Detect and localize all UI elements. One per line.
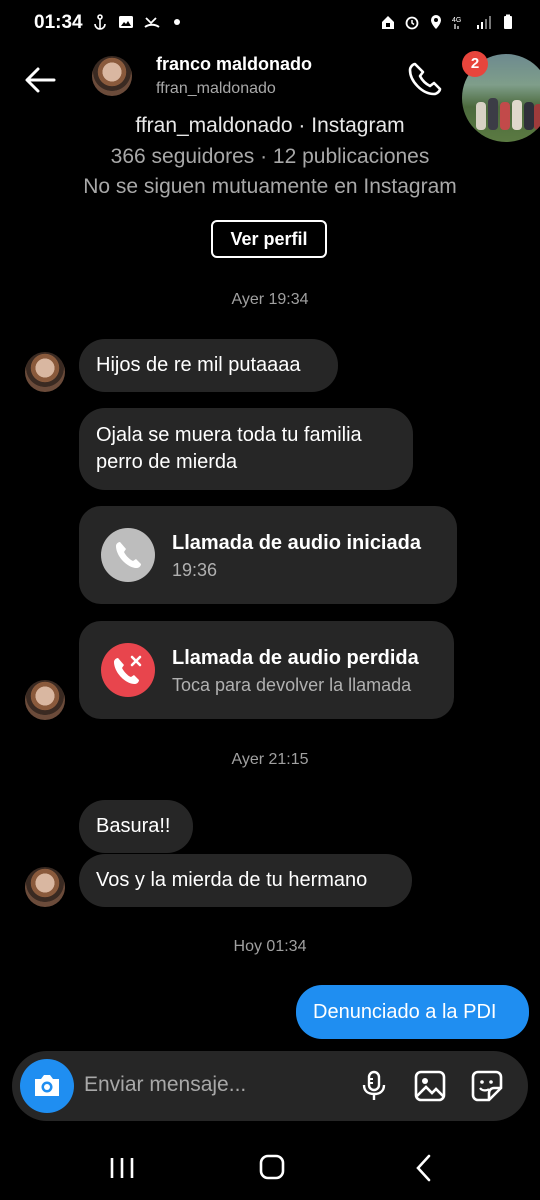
missed-audio-call-card[interactable]: Llamada de audio perdida Toca para devol… bbox=[79, 621, 454, 719]
header-avatar[interactable] bbox=[92, 56, 132, 96]
incoming-message[interactable]: Basura!! bbox=[79, 800, 193, 853]
profile-mutual-status: No se siguen mutuamente en Instagram bbox=[83, 175, 457, 198]
image-icon bbox=[119, 16, 133, 28]
missed-call-icon bbox=[101, 643, 155, 697]
missed-call-icon bbox=[144, 17, 160, 28]
timestamp: Hoy 01:34 bbox=[233, 938, 307, 955]
phone-icon bbox=[101, 528, 155, 582]
timestamp: Ayer 19:34 bbox=[231, 291, 309, 308]
battery-icon bbox=[504, 14, 512, 29]
profile-title: ffran_maldonado · Instagram bbox=[135, 114, 405, 137]
status-left-icons bbox=[92, 14, 180, 30]
message-text-line: Ojala se muera toda tu familia bbox=[96, 424, 362, 446]
sender-avatar[interactable] bbox=[25, 867, 65, 907]
message-text: Vos y la mierda de tu hermano bbox=[96, 869, 368, 891]
incoming-message[interactable]: Hijos de re mil putaaaa bbox=[79, 339, 338, 392]
gallery-icon[interactable] bbox=[413, 1069, 447, 1103]
status-right-icons: 4G bbox=[380, 14, 516, 30]
alarm-icon bbox=[405, 16, 419, 30]
lock-home-icon bbox=[382, 16, 394, 29]
recent-apps-icon[interactable] bbox=[102, 1150, 142, 1186]
sticker-icon[interactable] bbox=[470, 1069, 504, 1103]
message-text: Denunciado a la PDI bbox=[313, 1001, 497, 1023]
message-input[interactable] bbox=[84, 1073, 344, 1097]
camera-button[interactable] bbox=[20, 1059, 74, 1113]
message-text-line: perro de mierda bbox=[96, 451, 238, 473]
sender-avatar[interactable] bbox=[25, 680, 65, 720]
location-icon bbox=[431, 15, 441, 29]
message-text: Hijos de re mil putaaaa bbox=[96, 354, 301, 376]
message-text: Basura!! bbox=[96, 815, 171, 837]
contact-username[interactable]: ffran_maldonado bbox=[156, 80, 276, 98]
timestamp: Ayer 21:15 bbox=[231, 751, 309, 768]
profile-stats: 366 seguidores · 12 publicaciones bbox=[110, 145, 430, 168]
status-time: 01:34 bbox=[34, 12, 83, 33]
incoming-message[interactable]: Vos y la mierda de tu hermano bbox=[79, 854, 412, 907]
svg-text:4G: 4G bbox=[452, 17, 461, 24]
chat-head-badge: 2 bbox=[462, 51, 488, 77]
audio-call-button[interactable] bbox=[406, 60, 444, 98]
back-arrow-icon[interactable] bbox=[22, 62, 58, 98]
microphone-icon[interactable] bbox=[357, 1069, 391, 1103]
camera-icon bbox=[35, 1075, 59, 1096]
call-subtitle: Toca para devolver la llamada bbox=[172, 675, 412, 695]
signal-icon bbox=[477, 16, 491, 29]
call-title: Llamada de audio iniciada bbox=[172, 532, 421, 554]
view-profile-button[interactable]: Ver perfil bbox=[211, 220, 327, 258]
network-4g-icon: 4G bbox=[452, 17, 461, 29]
call-title: Llamada de audio perdida bbox=[172, 647, 419, 669]
anchor-icon bbox=[94, 14, 106, 30]
sender-avatar[interactable] bbox=[25, 352, 65, 392]
outgoing-message[interactable]: Denunciado a la PDI bbox=[296, 985, 529, 1039]
back-nav-icon[interactable] bbox=[404, 1150, 444, 1186]
audio-call-started-card[interactable]: Llamada de audio iniciada 19:36 bbox=[79, 506, 457, 604]
home-icon[interactable] bbox=[252, 1150, 292, 1186]
incoming-message[interactable]: Ojala se muera toda tu familia perro de … bbox=[79, 408, 413, 490]
contact-name[interactable]: franco maldonado bbox=[156, 54, 312, 75]
dot-icon bbox=[174, 19, 180, 25]
call-subtitle: 19:36 bbox=[172, 560, 218, 580]
